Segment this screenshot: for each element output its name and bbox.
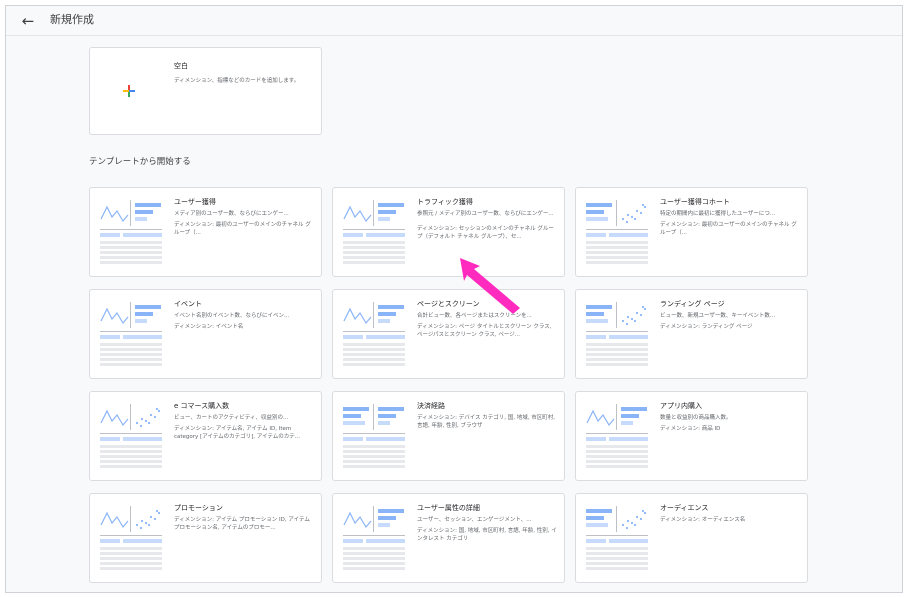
template-thumbnail-icon — [99, 197, 163, 265]
template-title: e コマース購入数 — [174, 402, 230, 410]
template-title: ページとスクリーン — [417, 300, 480, 308]
template-dimensions: ディメンション: 最初のユーザーのメインのチャネル グループ（... — [660, 222, 797, 236]
template-title: トラフィック獲得 — [417, 198, 473, 206]
template-title: プロモーション — [174, 504, 223, 512]
blank-card-title: 空白 — [174, 62, 188, 70]
template-dimensions: ディメンション: ランディング ページ — [660, 324, 753, 330]
template-card[interactable]: ページとスクリーン合計ビュー数、各ページまたはスクリーンを... ディメンション:… — [332, 289, 565, 379]
template-title: ランディング ページ — [660, 300, 725, 308]
top-bar: ← 新規作成 — [6, 6, 902, 36]
template-card[interactable]: トラフィック獲得参照元 / メディア別のユーザー数、ならびにエンゲー... ディメ… — [332, 187, 565, 277]
template-title: 決済経路 — [417, 402, 445, 410]
plus-icon — [123, 85, 135, 97]
template-thumbnail-icon — [342, 299, 406, 367]
template-dimensions: ディメンション: アイテム プロモーション ID, アイテム プロモーション名,… — [174, 517, 310, 531]
template-dimensions: ディメンション: イベント名 — [174, 324, 244, 330]
template-thumbnail-icon — [585, 299, 649, 367]
template-thumbnail-icon — [99, 299, 163, 367]
template-thumbnail-icon — [585, 401, 649, 469]
template-dimensions: ディメンション: 国, 地域, 市区町村, 言語, 年齢, 性別, インタレスト… — [417, 528, 557, 542]
template-card[interactable]: アプリ内購入数量と収益別の商品購入数。 ディメンション: 商品 ID — [575, 391, 808, 481]
template-thumbnail-icon — [342, 503, 406, 571]
template-title: ユーザー獲得 — [174, 198, 216, 206]
app-window: ← 新規作成 空白 ディメンション、指標などのカードを追加します。 テンプレート… — [5, 5, 903, 593]
template-dimensions: ディメンション: 最初のユーザーのメインのチャネル グループ（... — [174, 222, 311, 236]
template-thumbnail-icon — [99, 503, 163, 571]
template-card[interactable]: プロモーションディメンション: アイテム プロモーション ID, アイテム プロ… — [89, 493, 322, 583]
template-title: ユーザー獲得コホート — [660, 198, 730, 206]
arrow-left-icon[interactable]: ← — [18, 11, 38, 31]
template-summary: メディア別のユーザー数、ならびにエンゲー... — [174, 211, 289, 217]
template-dimensions: ディメンション: ページ タイトルとスクリーン クラス, ページパスとスクリーン… — [417, 324, 552, 338]
template-card[interactable]: ランディング ページビュー数、新規ユーザー数、キーイベント数... ディメンション… — [575, 289, 808, 379]
template-thumbnail-icon — [342, 401, 406, 469]
template-dimensions: ディメンション: オーディエンス名 — [660, 517, 746, 523]
blank-card-description: ディメンション、指標などのカードを追加します。 — [174, 78, 300, 84]
template-summary: ビュー、カートのアクティビティ、収益別の... — [174, 415, 289, 421]
template-dimensions: ディメンション: セッションのメインのチャネル グループ（デフォルト チャネル … — [417, 226, 554, 240]
template-summary: イベント名別のイベント数、ならびにイベン... — [174, 313, 290, 319]
template-summary: 特定の期間内に最初に獲得したユーザーにつ... — [660, 211, 776, 217]
section-title: テンプレートから開始する — [89, 157, 191, 167]
template-card[interactable]: イベントイベント名別のイベント数、ならびにイベン... ディメンション: イベント… — [89, 289, 322, 379]
template-thumbnail-icon — [585, 503, 649, 571]
template-title: イベント — [174, 300, 202, 308]
template-thumbnail-icon — [342, 197, 406, 265]
blank-template-card[interactable]: 空白 ディメンション、指標などのカードを追加します。 — [89, 47, 322, 135]
template-summary: ビュー数、新規ユーザー数、キーイベント数... — [660, 313, 776, 319]
template-card[interactable]: ユーザー属性の詳細ユーザー、セッション、エンゲージメント、... ディメンション:… — [332, 493, 565, 583]
template-dimensions: ディメンション: アイテム名, アイテム ID, Item category [… — [174, 426, 300, 440]
template-thumbnail-icon — [99, 401, 163, 469]
template-card[interactable]: 決済経路ディメンション: デバイス カテゴリ, 国, 地域, 市区町村, 言語,… — [332, 391, 565, 481]
template-dimensions: ディメンション: デバイス カテゴリ, 国, 地域, 市区町村, 言語, 年齢,… — [417, 415, 556, 429]
template-title: アプリ内購入 — [660, 402, 702, 410]
page-title: 新規作成 — [50, 13, 94, 26]
template-card[interactable]: オーディエンスディメンション: オーディエンス名 — [575, 493, 808, 583]
template-thumbnail-icon — [585, 197, 649, 265]
template-summary: 参照元 / メディア別のユーザー数、ならびにエンゲー... — [417, 211, 554, 217]
template-summary: 合計ビュー数、各ページまたはスクリーンを... — [417, 313, 532, 319]
template-summary: ユーザー、セッション、エンゲージメント、... — [417, 517, 532, 523]
template-card[interactable]: ユーザー獲得メディア別のユーザー数、ならびにエンゲー... ディメンション: 最初… — [89, 187, 322, 277]
template-summary: 数量と収益別の商品購入数。 — [660, 415, 732, 421]
template-dimensions: ディメンション: 商品 ID — [660, 426, 721, 432]
template-title: オーディエンス — [660, 504, 709, 512]
template-card[interactable]: e コマース購入数ビュー、カートのアクティビティ、収益別の... ディメンション:… — [89, 391, 322, 481]
template-title: ユーザー属性の詳細 — [417, 504, 480, 512]
template-card[interactable]: ユーザー獲得コホート特定の期間内に最初に獲得したユーザーにつ... ディメンション… — [575, 187, 808, 277]
